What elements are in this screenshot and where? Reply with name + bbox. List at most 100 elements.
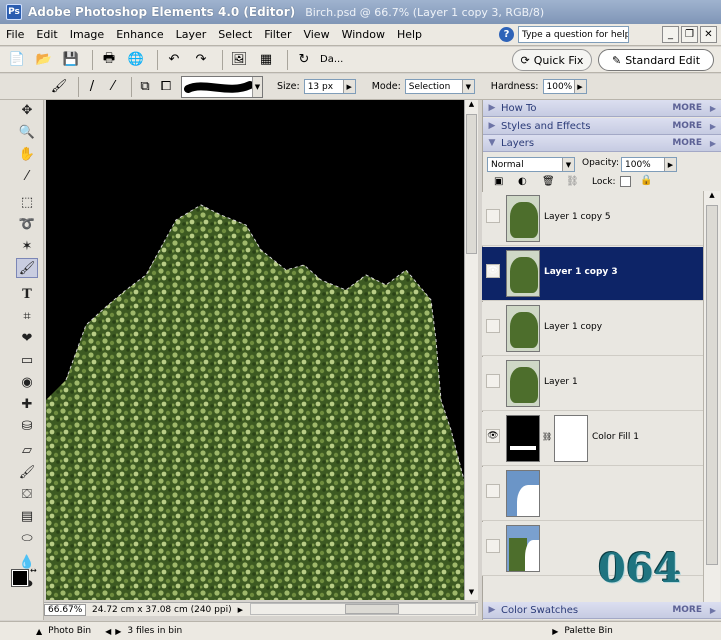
lock-transparency-icon[interactable]: [620, 176, 631, 187]
help-search-input[interactable]: Type a question for help: [518, 26, 629, 43]
lock-all-icon[interactable]: 🔒: [640, 175, 652, 186]
mode-select[interactable]: Selection ▼: [404, 79, 475, 94]
layer-row[interactable]: [482, 467, 703, 521]
visibility-toggle[interactable]: [486, 319, 500, 333]
horizontal-scroll-thumb[interactable]: [345, 604, 399, 614]
magic-selection-brush-icon[interactable]: ⁄: [105, 76, 121, 98]
healing-brush-tool-icon[interactable]: ✚: [16, 394, 38, 414]
menu-filter[interactable]: Filter: [258, 28, 297, 41]
zoom-field[interactable]: 66.67%: [44, 603, 86, 616]
foreground-color-swatch[interactable]: [11, 569, 29, 587]
visibility-toggle[interactable]: [486, 374, 500, 388]
layer-row[interactable]: Layer 1 copy 5: [482, 192, 703, 246]
palette-header-how-to[interactable]: ▶ How To MORE ▶: [483, 100, 721, 117]
visibility-toggle[interactable]: [486, 484, 500, 498]
brush-picker[interactable]: ▼: [181, 75, 263, 98]
brush-tool-icon[interactable]: 🖌: [16, 462, 38, 482]
link-layers-icon[interactable]: ⛓: [566, 176, 579, 187]
undo-icon[interactable]: ↶: [163, 49, 185, 71]
visibility-toggle[interactable]: [486, 209, 500, 223]
document-canvas[interactable]: [46, 100, 464, 600]
selection-brush-tool-icon[interactable]: 🖌: [16, 258, 38, 278]
organizer-icon[interactable]: 🖼: [228, 49, 250, 71]
palette-bin-label[interactable]: Palette Bin: [564, 626, 612, 636]
menu-file[interactable]: File: [0, 28, 30, 41]
vertical-scroll-thumb[interactable]: [466, 114, 477, 254]
save-icon[interactable]: 💾: [60, 49, 82, 71]
shape-tool-icon[interactable]: ⬭: [16, 528, 38, 548]
straighten-tool-icon[interactable]: ▭: [16, 350, 38, 370]
date-view-label[interactable]: Da...: [320, 54, 343, 65]
print-icon[interactable]: 🖶: [98, 49, 120, 71]
clone-stamp-tool-icon[interactable]: ⛁: [16, 416, 38, 436]
menu-help[interactable]: Help: [391, 28, 428, 41]
blend-mode-select[interactable]: Normal ▼: [487, 157, 575, 172]
date-view-icon[interactable]: ↻: [293, 49, 315, 71]
photo-bin-forward-icon[interactable]: ▶: [115, 627, 121, 636]
eraser-tool-icon[interactable]: ▱: [16, 440, 38, 460]
menu-layer[interactable]: Layer: [170, 28, 213, 41]
menu-image[interactable]: Image: [64, 28, 110, 41]
paint-bucket-tool-icon[interactable]: ⛋: [16, 484, 38, 504]
size-input[interactable]: 13 px ▶: [303, 79, 356, 94]
gradient-tool-icon[interactable]: ▤: [16, 506, 38, 526]
photo-bin-back-icon[interactable]: ◀: [105, 627, 111, 636]
red-eye-tool-icon[interactable]: ◉: [16, 372, 38, 392]
move-tool-icon[interactable]: ✥: [16, 100, 38, 120]
visibility-toggle[interactable]: [486, 539, 500, 553]
menu-select[interactable]: Select: [212, 28, 258, 41]
blend-mode-arrow[interactable]: ▼: [562, 158, 574, 171]
open-folder-icon[interactable]: 📂: [33, 49, 55, 71]
styles-more[interactable]: MORE: [672, 121, 702, 131]
layers-scroll-thumb[interactable]: [706, 205, 718, 565]
quick-fix-button[interactable]: ⟳ Quick Fix: [512, 49, 592, 71]
menu-window[interactable]: Window: [336, 28, 391, 41]
layer-row[interactable]: Layer 1 copy: [482, 302, 703, 356]
hardness-input[interactable]: 100% ▶: [542, 79, 587, 94]
selection-brush-icon[interactable]: /: [84, 76, 100, 98]
lasso-tool-icon[interactable]: ➰: [16, 214, 38, 234]
canvas-vertical-scrollbar[interactable]: ▲ ▼: [464, 100, 478, 600]
brush-dropdown-arrow[interactable]: ▼: [252, 76, 262, 97]
layer-row[interactable]: Layer 1: [482, 357, 703, 411]
add-selection-icon[interactable]: ⧉: [137, 76, 153, 98]
canvas-horizontal-scrollbar[interactable]: [250, 603, 476, 615]
mode-dropdown-arrow[interactable]: ▼: [461, 80, 474, 93]
menu-enhance[interactable]: Enhance: [110, 28, 169, 41]
photo-browser-icon[interactable]: ▦: [255, 49, 277, 71]
minimize-button[interactable]: _: [662, 26, 679, 43]
online-services-icon[interactable]: 🌐: [125, 49, 147, 71]
scroll-up-arrow[interactable]: ▲: [704, 191, 720, 203]
zoom-tool-icon[interactable]: 🔍: [16, 122, 38, 142]
hand-tool-icon[interactable]: ✋: [16, 144, 38, 164]
palette-header-layers[interactable]: ▼ Layers MORE ▶: [483, 135, 721, 152]
layer-row-selected[interactable]: 👁 Layer 1 copy 3: [482, 247, 703, 301]
restore-button[interactable]: ❐: [681, 26, 698, 43]
status-menu-arrow[interactable]: ▶: [238, 606, 243, 614]
crop-tool-icon[interactable]: ⌗: [16, 306, 38, 326]
brush-tool-icon[interactable]: 🖌: [50, 76, 68, 98]
swap-colors-icon[interactable]: ↔: [30, 566, 37, 575]
menu-edit[interactable]: Edit: [30, 28, 63, 41]
redo-icon[interactable]: ↷: [190, 49, 212, 71]
cookie-cutter-tool-icon[interactable]: ❤: [16, 328, 38, 348]
photo-bin-label[interactable]: Photo Bin: [48, 626, 91, 636]
new-file-icon[interactable]: 📄: [6, 49, 28, 71]
close-button[interactable]: ✕: [700, 26, 717, 43]
scroll-down-arrow[interactable]: ▼: [465, 588, 478, 600]
eye-icon[interactable]: 👁: [486, 429, 500, 443]
adjustment-layer-icon[interactable]: ◐: [518, 176, 527, 187]
scroll-up-arrow[interactable]: ▲: [465, 100, 478, 112]
palette-header-styles[interactable]: ▶ Styles and Effects MORE ▶: [483, 118, 721, 135]
layer-row[interactable]: 👁 ⛓ Color Fill 1: [482, 412, 703, 466]
eye-icon[interactable]: 👁: [486, 264, 500, 278]
menu-view[interactable]: View: [297, 28, 335, 41]
new-layer-icon[interactable]: ▣: [494, 176, 503, 187]
swatches-more[interactable]: MORE: [672, 605, 702, 615]
standard-edit-button[interactable]: ✎ Standard Edit: [598, 49, 714, 71]
palette-bin-toggle-icon[interactable]: ▶: [552, 627, 558, 636]
hardness-slider-arrow[interactable]: ▶: [573, 80, 586, 93]
layers-scrollbar[interactable]: ▲: [703, 191, 720, 602]
photo-bin-toggle-icon[interactable]: ▲: [36, 627, 42, 636]
type-tool-icon[interactable]: T: [16, 284, 38, 304]
